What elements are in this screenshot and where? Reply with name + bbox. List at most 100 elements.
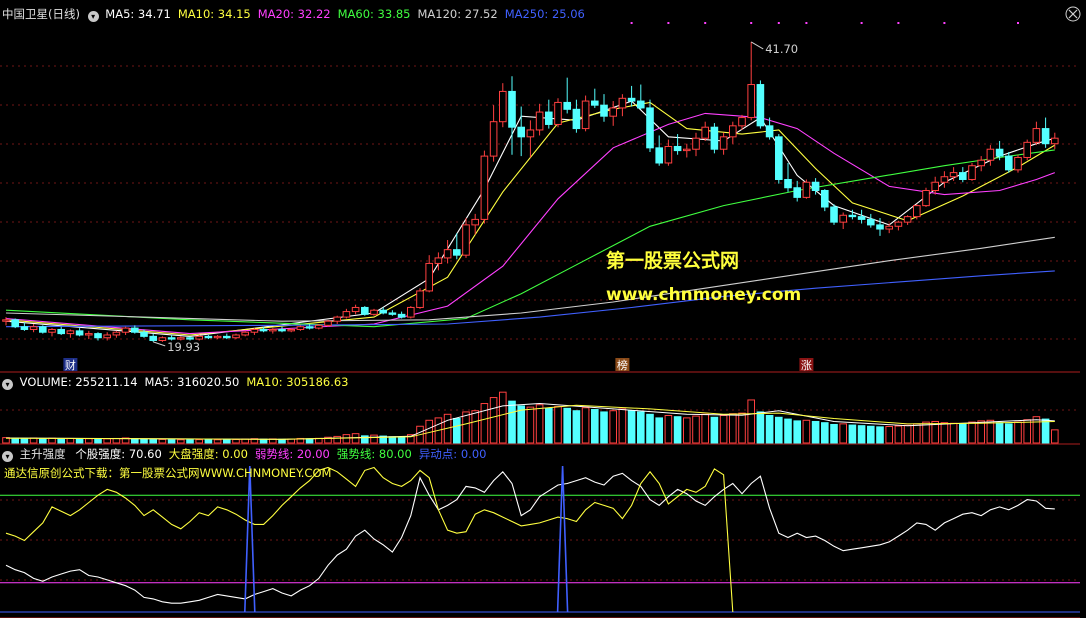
series-line xyxy=(5,470,1055,604)
candle-body xyxy=(710,126,719,150)
candle-body xyxy=(278,328,286,332)
candle-body xyxy=(738,117,746,127)
candle xyxy=(324,319,332,327)
volume-bar xyxy=(66,437,75,444)
volume-bar xyxy=(305,438,314,444)
candle-body xyxy=(526,129,535,138)
candle-body xyxy=(20,326,29,330)
volume-bar xyxy=(572,410,581,444)
volume-bar xyxy=(563,407,572,444)
volume-bar xyxy=(756,411,765,444)
candle-body xyxy=(784,178,792,189)
candle xyxy=(940,171,949,188)
candle xyxy=(637,84,645,110)
volume-bar xyxy=(480,403,489,444)
candle-body xyxy=(425,262,433,292)
legend-ma-4: MA120: 27.52 xyxy=(417,7,498,21)
volume-bar xyxy=(646,413,654,444)
candle-body xyxy=(995,148,1004,157)
candle-body xyxy=(517,126,526,138)
event-marker-1[interactable]: 榜 xyxy=(615,358,630,372)
volume-bar xyxy=(186,439,194,444)
high-marker-line xyxy=(750,41,764,50)
stock-chart[interactable]: 41.70 19.93 财 榜 涨 xyxy=(0,0,1086,618)
volume-bar xyxy=(158,438,167,444)
candle xyxy=(1014,154,1022,173)
candle xyxy=(407,306,415,319)
candle xyxy=(867,213,875,228)
candle xyxy=(250,328,259,335)
volume-bar xyxy=(526,406,535,444)
signal-dot xyxy=(777,22,780,24)
candle xyxy=(903,215,912,225)
signal-dot xyxy=(860,22,863,24)
volume-bar xyxy=(177,439,185,444)
close-button[interactable] xyxy=(1065,6,1081,22)
volume-bar xyxy=(591,409,599,444)
candle xyxy=(968,162,976,181)
ma-legend: MA5: 34.71 MA10: 34.15 MA20: 32.22 MA60: 33… xyxy=(105,7,592,21)
candle xyxy=(563,77,572,114)
candle-body xyxy=(213,335,222,339)
candle-body xyxy=(968,165,976,180)
candle-body xyxy=(269,328,277,332)
candle-body xyxy=(940,176,949,183)
candle-body xyxy=(756,84,765,127)
candle xyxy=(11,318,19,329)
volume-bar xyxy=(223,439,231,444)
volume-bar xyxy=(848,424,857,444)
candle xyxy=(830,204,838,225)
volume-bar xyxy=(1014,421,1022,444)
candle xyxy=(710,123,719,154)
candle-body xyxy=(729,125,737,138)
candle-body xyxy=(627,97,636,102)
candle-body xyxy=(305,326,314,329)
candle-body xyxy=(453,249,461,256)
candle-body xyxy=(2,319,10,322)
candle xyxy=(39,325,47,334)
settings-icon[interactable]: ▾ xyxy=(2,379,13,390)
candle xyxy=(784,162,792,192)
volume-bar xyxy=(729,413,737,444)
candle xyxy=(1032,121,1041,146)
chart-grid xyxy=(0,0,1086,618)
volume-bar xyxy=(949,422,958,444)
event-marker-2[interactable]: 涨 xyxy=(799,358,814,372)
volume-bar xyxy=(986,419,995,444)
candle xyxy=(85,330,93,340)
candle-body xyxy=(315,324,323,329)
candle xyxy=(692,132,700,157)
legend-ma-3: MA60: 33.85 xyxy=(337,7,411,21)
watermark-line1: 第一股票公式网 xyxy=(606,250,740,272)
legend-ind-4: 异动点: 0.00 xyxy=(418,447,487,461)
candle-body xyxy=(876,224,884,230)
candle xyxy=(149,333,157,342)
candle xyxy=(241,330,249,337)
legend-vol-0: VOLUME: 255211.14 xyxy=(19,375,138,389)
candle xyxy=(554,98,562,128)
candle xyxy=(646,99,654,152)
candle-body xyxy=(775,136,783,180)
legend-vol-1: MA5: 316020.50 xyxy=(144,375,240,389)
settings-icon[interactable]: ▾ xyxy=(2,451,13,462)
volume-bar xyxy=(830,423,838,444)
candle xyxy=(121,326,130,335)
volume-bar xyxy=(977,420,986,444)
candle-body xyxy=(618,97,627,109)
volume-bar xyxy=(342,434,351,444)
candle-body xyxy=(462,224,470,256)
candle xyxy=(489,105,498,162)
signal-dot xyxy=(897,22,900,24)
candle-body xyxy=(94,333,102,339)
candle-body xyxy=(747,84,756,119)
candle-body xyxy=(158,337,167,341)
event-marker-0[interactable]: 财 xyxy=(63,358,78,372)
volume-bar xyxy=(545,407,553,444)
settings-icon[interactable]: ▾ xyxy=(87,11,99,22)
candle-body xyxy=(480,155,489,220)
candle-body xyxy=(333,316,341,322)
volume-bar xyxy=(885,426,894,444)
candle xyxy=(1023,139,1032,161)
candle xyxy=(66,329,75,338)
candle xyxy=(885,223,894,234)
